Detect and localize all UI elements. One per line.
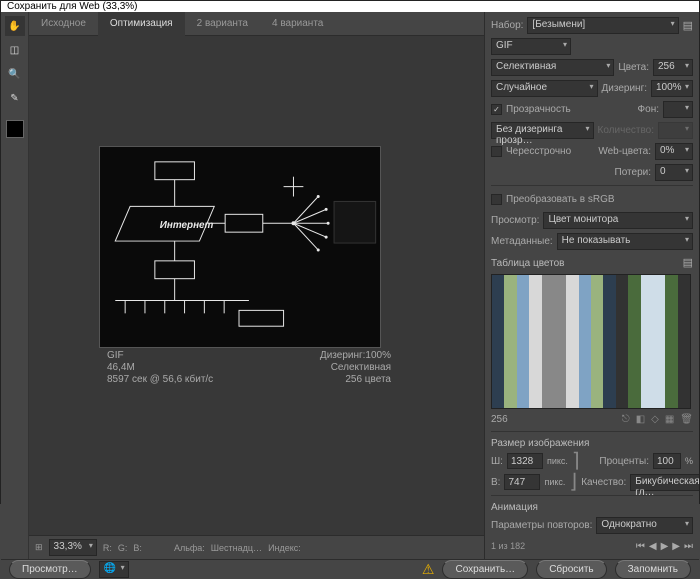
grid-icon[interactable]: ⊞: [35, 542, 43, 553]
last-frame-icon[interactable]: ⏭: [684, 541, 693, 552]
preset-label: Набор:: [491, 20, 523, 31]
status-size: 46,4M: [107, 362, 213, 373]
height-input[interactable]: [504, 474, 540, 490]
percent-input[interactable]: [653, 453, 681, 469]
preview-profile-select[interactable]: Цвет монитора: [543, 212, 693, 229]
width-label: Ш:: [491, 456, 503, 467]
format-select[interactable]: GIF: [491, 38, 571, 55]
color-table-menu-icon[interactable]: ▤: [683, 256, 693, 269]
zoom-select[interactable]: 33,3%: [49, 539, 97, 556]
alpha-readout: Альфа:: [174, 543, 205, 553]
hex-readout: Шестнадц…: [211, 543, 262, 553]
tab-4up[interactable]: 4 варианта: [260, 12, 335, 36]
frame-counter: 1 из 182: [491, 541, 632, 551]
canvas-area[interactable]: Интернет: [29, 36, 484, 535]
tab-2up[interactable]: 2 варианта: [185, 12, 260, 36]
color-table-title: Таблица цветов: [491, 258, 565, 269]
color-swatch[interactable]: [6, 120, 24, 138]
save-button[interactable]: Сохранить…: [442, 560, 528, 579]
lossy-label: Потери:: [615, 167, 651, 178]
b-readout: B:: [133, 543, 142, 553]
play-icon[interactable]: ▶: [661, 541, 669, 552]
settings-panel: Набор: [Безымени] ▤ GIF Селективная Цвет…: [484, 12, 699, 559]
metadata-select[interactable]: Не показывать: [557, 233, 693, 250]
status-timing: 8597 сек @ 56,6 кбит/с: [107, 374, 213, 385]
loop-label: Параметры повторов:: [491, 520, 592, 531]
window-title: Сохранить для Web (33,3%): [7, 1, 138, 12]
status-method: Селективная: [320, 362, 391, 373]
eyedropper-tool[interactable]: ✎: [5, 88, 25, 108]
loop-select[interactable]: Однократно: [596, 517, 693, 534]
lock-icon[interactable]: ⎋: [622, 414, 630, 425]
matte-label: Фон:: [638, 104, 659, 115]
quality-select[interactable]: Бикубическая, гл…: [630, 474, 699, 491]
amount-label: Количество:: [598, 125, 654, 136]
bottom-toolbar: ⊞ 33,3% R: G: B: Альфа: Шестнадц… Индекс…: [29, 535, 484, 559]
amount-input: [658, 122, 693, 139]
tab-optimized[interactable]: Оптимизация: [98, 12, 185, 36]
transparency-checkbox[interactable]: ✓: [491, 104, 502, 115]
transparency-dither-select[interactable]: Без дизеринга прозр…: [491, 122, 594, 139]
r-readout: R:: [103, 543, 112, 553]
lossy-input[interactable]: 0: [655, 164, 693, 181]
hand-tool[interactable]: ✋: [5, 16, 25, 36]
preview-status: GIF 46,4M 8597 сек @ 56,6 кбит/с Дизерин…: [99, 348, 399, 387]
slice-tool[interactable]: ◫: [5, 40, 25, 60]
zoom-tool[interactable]: 🔍: [5, 64, 25, 84]
reduction-select[interactable]: Селективная: [491, 59, 614, 76]
height-label: В:: [491, 477, 500, 488]
colors-select[interactable]: 256: [653, 59, 693, 76]
g-readout: G:: [118, 543, 128, 553]
color-table[interactable]: [491, 274, 691, 409]
view-tabs: Исходное Оптимизация 2 варианта 4 вариан…: [29, 12, 484, 36]
width-input[interactable]: [507, 453, 543, 469]
matte-select[interactable]: [663, 101, 693, 118]
dither-method-select[interactable]: Случайное: [491, 80, 598, 97]
srgb-checkbox[interactable]: [491, 194, 502, 205]
websnap-input[interactable]: 0%: [655, 143, 693, 160]
image-size-title: Размер изображения: [491, 438, 693, 449]
srgb-label: Преобразовать в sRGB: [506, 194, 615, 205]
svg-text:Интернет: Интернет: [160, 220, 214, 231]
new-color-icon[interactable]: ▦: [665, 414, 674, 425]
interlaced-label: Чересстрочно: [506, 146, 571, 157]
link-icon[interactable]: ⌉: [572, 457, 580, 465]
tab-original[interactable]: Исходное: [29, 12, 98, 36]
index-readout: Индекс:: [268, 543, 301, 553]
preset-select[interactable]: [Безымени]: [527, 17, 678, 34]
title-bar: Сохранить для Web (33,3%): [1, 1, 699, 12]
transparency-label: Прозрачность: [506, 104, 571, 115]
status-dither: Дизеринг:100%: [320, 350, 391, 361]
dialog-footer: Просмотр… 🌐 ⚠ Сохранить… Сбросить Запомн…: [1, 559, 699, 579]
interlaced-checkbox[interactable]: [491, 146, 502, 157]
websnap-label: Web-цвета:: [598, 146, 651, 157]
percent-label: Проценты:: [599, 456, 649, 467]
quality-label: Качество:: [581, 477, 626, 488]
tool-strip: ✋ ◫ 🔍 ✎: [1, 12, 29, 559]
cancel-button[interactable]: Сбросить: [536, 560, 606, 579]
next-frame-icon[interactable]: ▶: [672, 541, 680, 552]
preview-button[interactable]: Просмотр…: [9, 560, 91, 579]
color-count: 256: [491, 414, 508, 425]
first-frame-icon[interactable]: ⏮: [636, 541, 645, 552]
dither-input[interactable]: 100%: [651, 80, 693, 97]
metadata-label: Метаданные:: [491, 236, 553, 247]
remember-button[interactable]: Запомнить: [615, 560, 691, 579]
colors-label: Цвета:: [618, 62, 649, 73]
add-color-icon[interactable]: ◇: [651, 414, 659, 425]
prev-frame-icon[interactable]: ◀: [649, 541, 657, 552]
image-preview: Интернет: [99, 146, 381, 348]
map-icon[interactable]: ◧: [636, 414, 645, 425]
browser-select[interactable]: 🌐: [99, 561, 129, 578]
warning-icon: ⚠: [422, 561, 435, 578]
status-format: GIF: [107, 350, 213, 361]
trash-icon[interactable]: 🗑: [680, 414, 693, 425]
preview-profile-label: Просмотр:: [491, 215, 539, 226]
dither-label: Дизеринг:: [602, 83, 648, 94]
status-colors: 256 цвета: [320, 374, 391, 385]
flyout-menu-icon[interactable]: ▤: [683, 19, 693, 32]
